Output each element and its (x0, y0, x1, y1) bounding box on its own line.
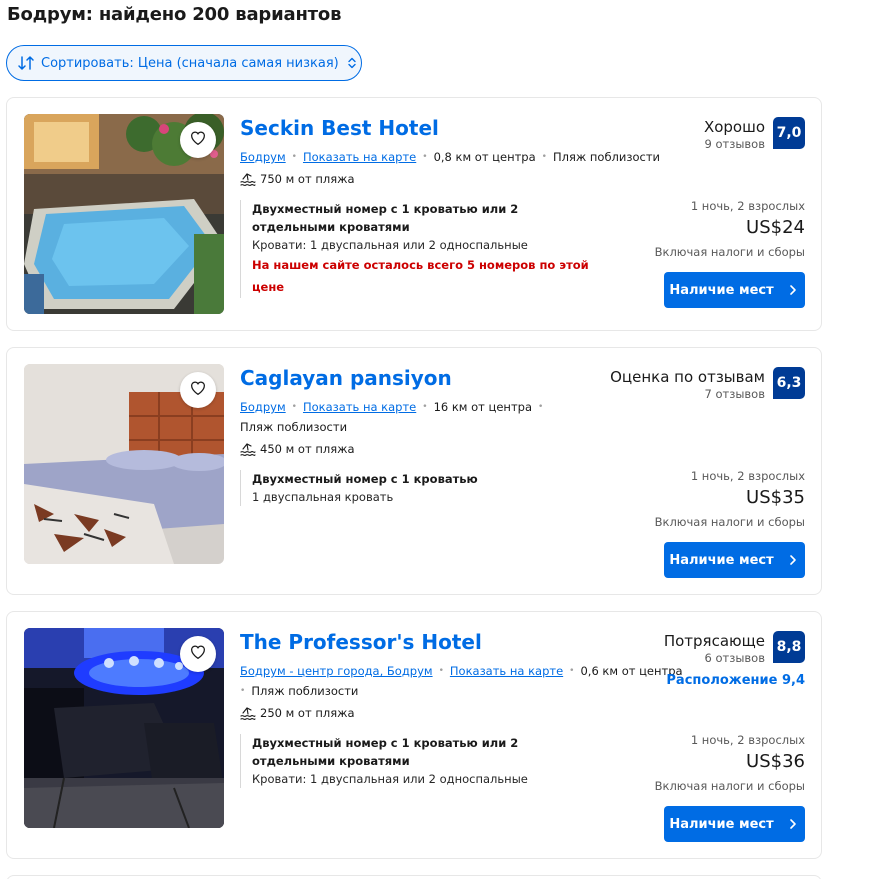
city-link[interactable]: Бодрум (240, 150, 286, 164)
room-beds: Кровати: 1 двуспальная или 2 односпальны… (252, 772, 528, 786)
reviews-count: 6 отзывов (704, 651, 766, 665)
room-beds: 1 двуспальная кровать (252, 490, 394, 504)
heart-icon (189, 129, 207, 151)
location-row: Бодрум - центр города, Бодрум • Показать… (240, 664, 683, 678)
favorite-button[interactable] (180, 372, 216, 408)
hotel-card: The Professor's Hotel Бодрум - центр гор… (6, 611, 822, 859)
price: US$24 (746, 217, 805, 238)
location-row: Бодрум • Показать на карте • 0,8 км от ц… (240, 150, 661, 164)
taxes-note: Включая налоги и сборы (654, 779, 805, 793)
beach-nearby: Пляж поблизости (251, 684, 359, 698)
hotel-card: Seckin Best Hotel Бодрум • Показать на к… (6, 97, 822, 331)
beach-nearby: Пляж поблизости (552, 150, 661, 164)
nights-guests: 1 ночь, 2 взрослых (690, 469, 805, 483)
score-label: Хорошо (703, 118, 765, 136)
score-badge: 6,3 (773, 367, 805, 399)
beach-nearby-row: Пляж поблизости (240, 420, 347, 434)
price: US$35 (746, 487, 805, 508)
sort-icon (17, 54, 35, 72)
chevron-right-icon (786, 553, 800, 567)
room-info: Двухместный номер с 1 кроватью 1 двуспал… (240, 470, 600, 506)
beach-nearby-row: • Пляж поблизости (240, 684, 359, 698)
score-label: Оценка по отзывам (610, 368, 765, 386)
beach-distance: 750 м от пляжа (260, 172, 355, 186)
reviews-count: 7 отзывов (704, 387, 766, 401)
distance-center: 16 км от центра (433, 400, 532, 414)
distance-center: 0,8 км от центра (433, 150, 536, 164)
score-badge: 7,0 (773, 117, 805, 149)
rooms-left-warning: На нашем сайте осталось всего 5 номеров … (252, 258, 589, 294)
city-link[interactable]: Бодрум (240, 400, 286, 414)
favorite-button[interactable] (180, 636, 216, 672)
beach-distance: 450 м от пляжа (260, 442, 355, 456)
hotel-photo[interactable] (24, 628, 224, 828)
hotel-name-link[interactable]: Seckin Best Hotel (240, 116, 439, 140)
score-label: Потрясающе (663, 632, 765, 650)
taxes-note: Включая налоги и сборы (654, 245, 805, 259)
page-title: Бодрум: найдено 200 вариантов (7, 4, 342, 25)
availability-button[interactable]: Наличие мест (664, 542, 805, 578)
availability-label: Наличие мест (669, 816, 774, 832)
city-link[interactable]: Бодрум - центр города, Бодрум (240, 664, 433, 678)
location-row: Бодрум • Показать на карте • 16 км от це… (240, 400, 544, 414)
room-title: Двухместный номер с 1 кроватью (252, 472, 478, 486)
room-title: Двухместный номер с 1 кроватью или 2 отд… (252, 736, 519, 768)
price: US$36 (746, 751, 805, 772)
room-beds: Кровати: 1 двуспальная или 2 односпальны… (252, 238, 528, 252)
availability-button[interactable]: Наличие мест (664, 272, 805, 308)
show-on-map-link[interactable]: Показать на карте (303, 400, 416, 414)
availability-label: Наличие мест (669, 552, 774, 568)
beach-nearby: Пляж поблизости (240, 420, 348, 434)
hotel-photo[interactable] (24, 364, 224, 564)
taxes-note: Включая налоги и сборы (654, 515, 805, 529)
sort-button[interactable]: Сортировать: Цена (сначала самая низкая) (6, 45, 362, 81)
hotel-card-partial (6, 875, 822, 879)
hotel-card: Caglayan pansiyon Бодрум • Показать на к… (6, 347, 822, 595)
hotel-name-link[interactable]: The Professor's Hotel (240, 630, 482, 654)
score-badge: 8,8 (773, 631, 805, 663)
chevron-right-icon (786, 817, 800, 831)
beach-wave-icon (240, 442, 256, 456)
beach-distance-row: 250 м от пляжа (240, 706, 355, 720)
beach-distance-row: 450 м от пляжа (240, 442, 355, 456)
sort-label: Сортировать: Цена (сначала самая низкая) (41, 55, 339, 71)
availability-button[interactable]: Наличие мест (664, 806, 805, 842)
show-on-map-link[interactable]: Показать на карте (303, 150, 416, 164)
reviews-count: 9 отзывов (704, 137, 766, 151)
location-score: Расположение 9,4 (666, 673, 805, 688)
updown-chevron-icon (345, 56, 359, 70)
room-info: Двухместный номер с 1 кроватью или 2 отд… (240, 200, 600, 298)
nights-guests: 1 ночь, 2 взрослых (690, 733, 805, 747)
availability-label: Наличие мест (669, 282, 774, 298)
beach-distance-row: 750 м от пляжа (240, 172, 355, 186)
chevron-right-icon (786, 283, 800, 297)
beach-wave-icon (240, 172, 256, 186)
favorite-button[interactable] (180, 122, 216, 158)
room-info: Двухместный номер с 1 кроватью или 2 отд… (240, 734, 600, 788)
beach-wave-icon (240, 706, 256, 720)
hotel-name-link[interactable]: Caglayan pansiyon (240, 366, 452, 390)
show-on-map-link[interactable]: Показать на карте (450, 664, 563, 678)
room-title: Двухместный номер с 1 кроватью или 2 отд… (252, 202, 519, 234)
hotel-photo[interactable] (24, 114, 224, 314)
heart-icon (189, 643, 207, 665)
nights-guests: 1 ночь, 2 взрослых (690, 199, 805, 213)
heart-icon (189, 379, 207, 401)
beach-distance: 250 м от пляжа (260, 706, 355, 720)
